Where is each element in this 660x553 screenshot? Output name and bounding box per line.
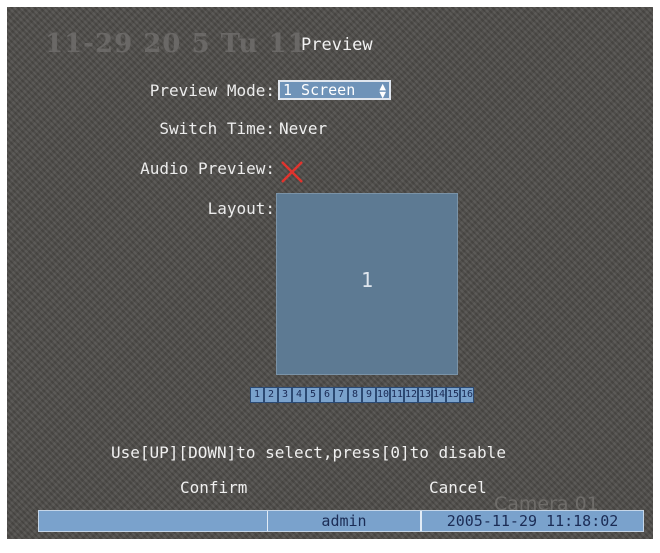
dvr-preview-screen: 11-29 20 5 Tu 11 Preview Preview Mode: 1… (7, 7, 653, 539)
channel-button-7[interactable]: 7 (334, 387, 348, 403)
status-segment-empty (39, 511, 268, 531)
channel-button-10[interactable]: 10 (376, 387, 390, 403)
cancel-button[interactable]: Cancel (429, 478, 487, 497)
channel-button-14[interactable]: 14 (432, 387, 446, 403)
osd-date-overlay: 11-29 20 5 Tu 11 (45, 29, 307, 59)
channel-selector-bar: 1 2 3 4 5 6 7 8 9 10 11 12 13 14 15 16 (250, 387, 474, 403)
channel-button-3[interactable]: 3 (278, 387, 292, 403)
channel-button-5[interactable]: 5 (306, 387, 320, 403)
preview-mode-label: Preview Mode: (149, 81, 275, 100)
layout-label: Layout: (207, 199, 275, 218)
status-datetime: 2005-11-29 11:18:02 (421, 511, 643, 531)
channel-button-13[interactable]: 13 (418, 387, 432, 403)
up-down-arrows-icon: ▲ ▼ (379, 80, 386, 101)
status-user: admin (268, 511, 421, 531)
layout-window-number: 1 (360, 268, 374, 292)
channel-button-1[interactable]: 1 (250, 387, 264, 403)
channel-button-8[interactable]: 8 (348, 387, 362, 403)
channel-button-2[interactable]: 2 (264, 387, 278, 403)
page-title: Preview (301, 35, 373, 55)
preview-mode-select[interactable]: 1 Screen ▲ ▼ (278, 80, 391, 100)
channel-button-16[interactable]: 16 (460, 387, 474, 403)
confirm-button[interactable]: Confirm (180, 478, 247, 497)
layout-preview-window[interactable]: 1 (276, 193, 458, 375)
audio-preview-label: Audio Preview: (140, 159, 275, 178)
channel-button-15[interactable]: 15 (446, 387, 460, 403)
channel-button-9[interactable]: 9 (362, 387, 376, 403)
channel-button-6[interactable]: 6 (320, 387, 334, 403)
hint-text: Use[UP][DOWN]to select,press[0]to disabl… (111, 443, 506, 462)
preview-mode-value: 1 Screen (283, 81, 356, 99)
channel-button-11[interactable]: 11 (390, 387, 404, 403)
channel-button-4[interactable]: 4 (292, 387, 306, 403)
switch-time-value[interactable]: Never (279, 119, 327, 138)
switch-time-label: Switch Time: (159, 119, 275, 138)
channel-button-12[interactable]: 12 (404, 387, 418, 403)
status-bar: admin 2005-11-29 11:18:02 (38, 510, 644, 532)
audio-preview-red-x-icon[interactable] (279, 159, 305, 185)
